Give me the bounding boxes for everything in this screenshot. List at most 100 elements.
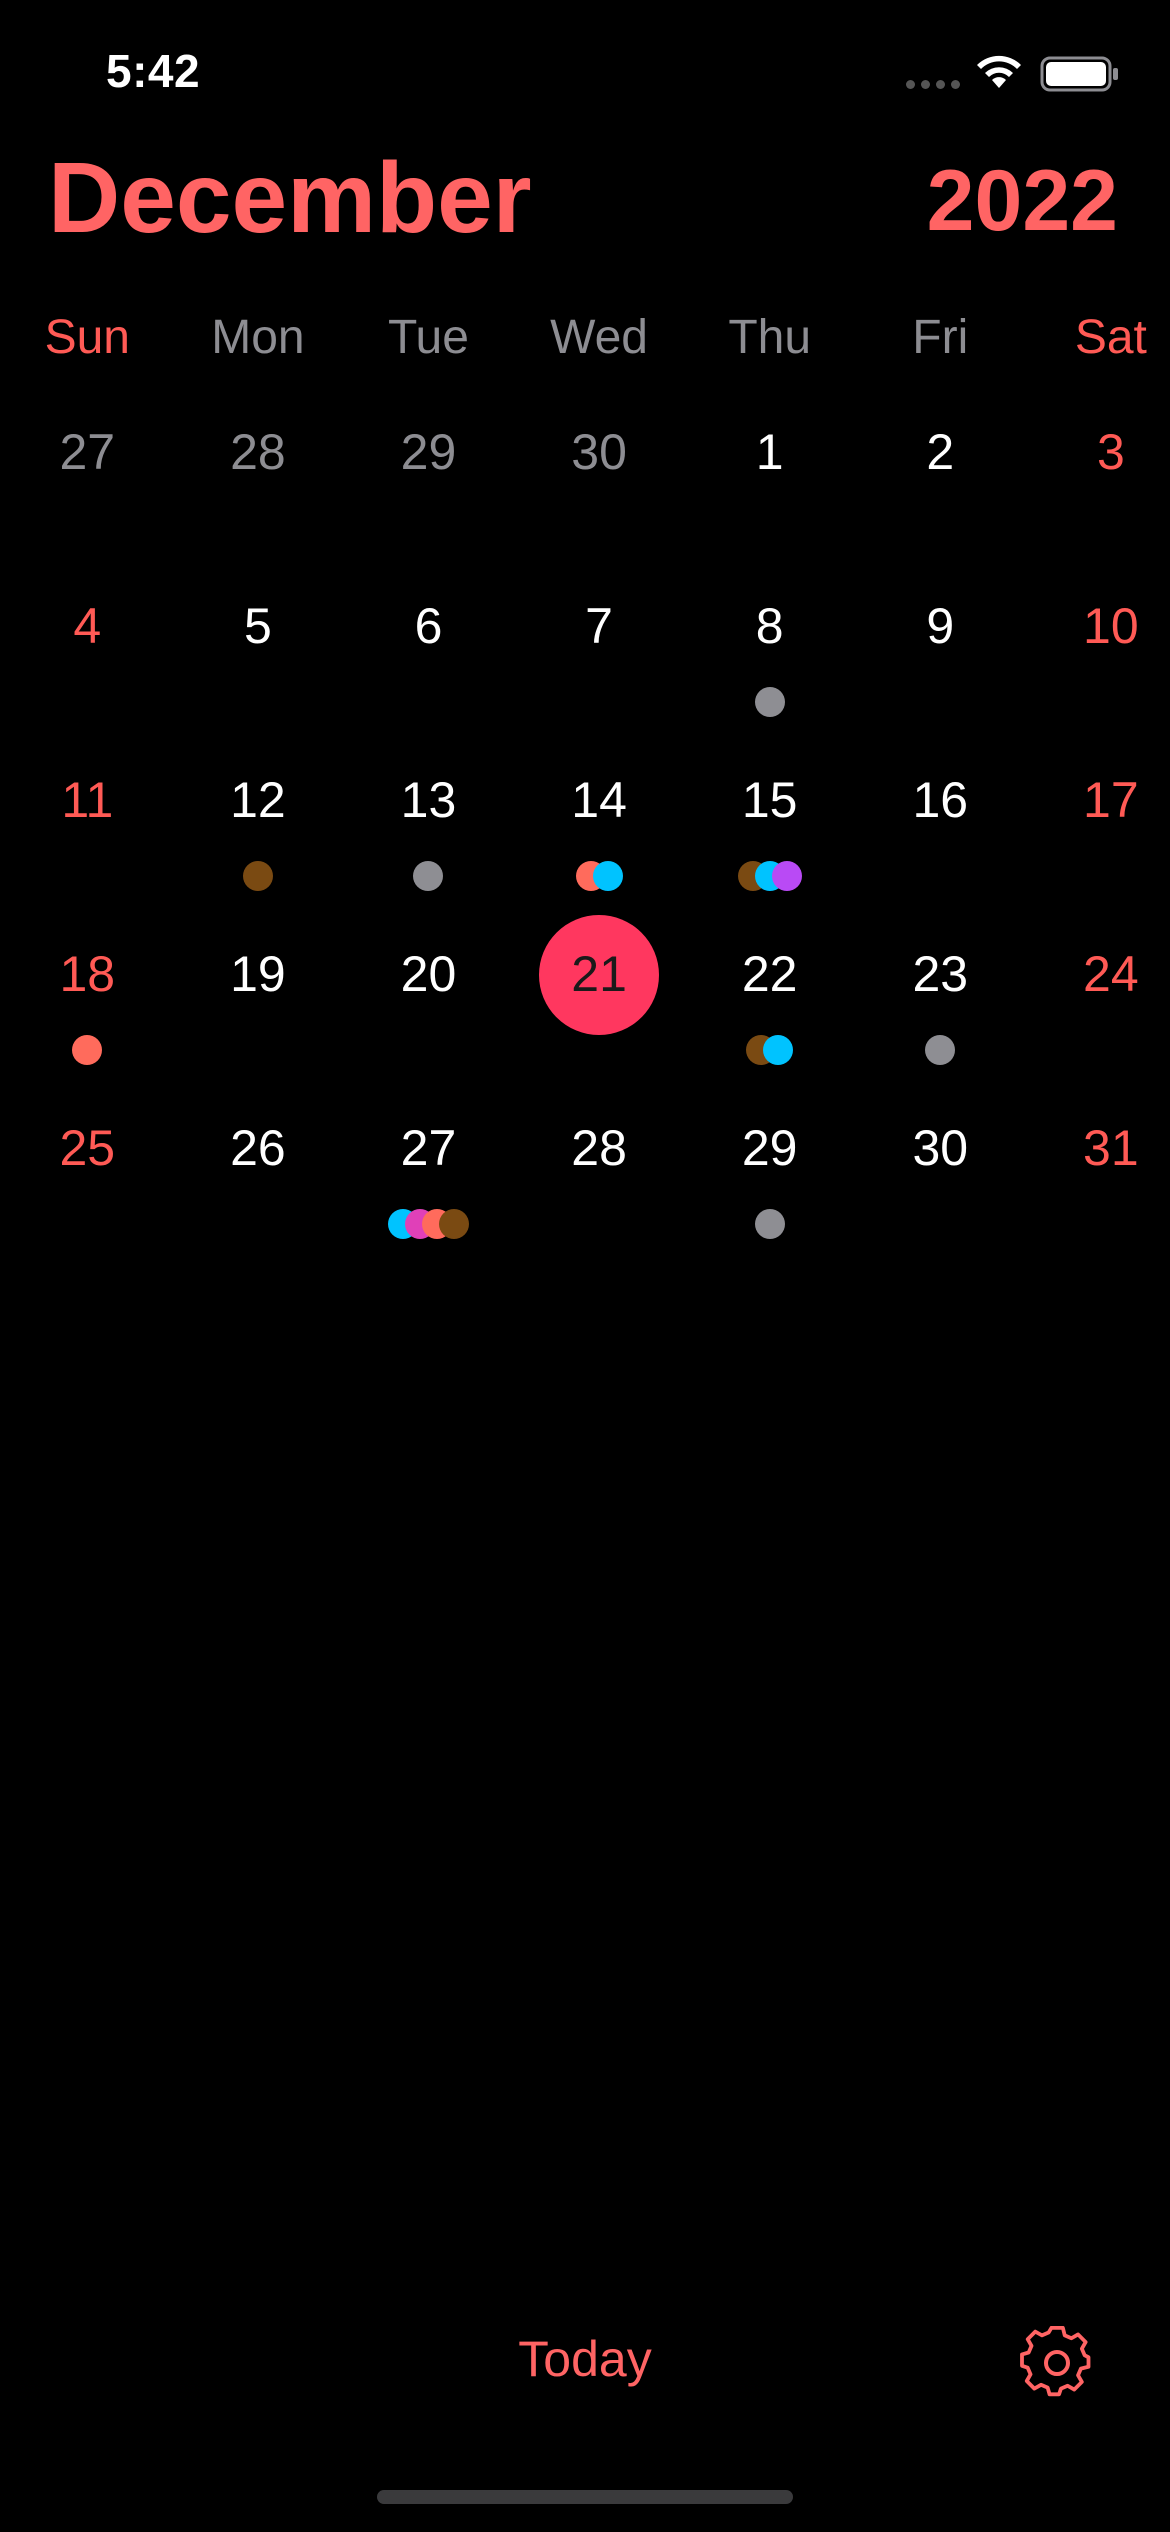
day-number: 4	[73, 598, 102, 654]
home-indicator[interactable]	[377, 2490, 793, 2504]
day-cell[interactable]: 23	[855, 922, 1026, 1096]
event-dots	[343, 861, 514, 891]
day-cell[interactable]: 5	[173, 574, 344, 748]
event-dots	[684, 1209, 855, 1239]
weekday-sun: Sun	[44, 311, 130, 364]
event-dot	[242, 861, 273, 891]
day-number: 7	[585, 598, 613, 654]
weekday-tue: Tue	[388, 311, 469, 364]
event-dots	[343, 1209, 514, 1239]
weekday-sat: Sat	[1074, 311, 1147, 364]
day-cell[interactable]: 20	[343, 922, 514, 1096]
day-cell[interactable]: 24	[1026, 922, 1170, 1096]
day-number: 10	[1083, 598, 1139, 654]
day-cell[interactable]: 8	[684, 574, 855, 748]
day-number: 27	[59, 424, 116, 480]
day-number: 22	[741, 946, 798, 1002]
event-dots	[684, 687, 855, 717]
day-cell[interactable]: 26	[173, 1096, 344, 1270]
day-cell[interactable]: 4	[2, 574, 173, 748]
day-number: 13	[400, 772, 457, 828]
day-number: 2	[926, 424, 955, 480]
day-cell[interactable]: 17	[1026, 748, 1170, 922]
event-dot	[413, 861, 444, 891]
day-cell[interactable]: 15	[684, 748, 855, 922]
status-bar: 5:42	[0, 0, 1170, 150]
day-cell[interactable]: 1	[684, 400, 855, 574]
day-number: 9	[926, 598, 955, 654]
day-cell[interactable]: 25	[2, 1096, 173, 1270]
day-number: 8	[755, 598, 784, 654]
day-cell[interactable]: 27	[2, 400, 173, 574]
day-number: 14	[571, 772, 627, 828]
day-number: 20	[400, 946, 457, 1002]
day-cell[interactable]: 29	[684, 1096, 855, 1270]
day-cell[interactable]: 28	[173, 400, 344, 574]
day-number: 29	[400, 424, 457, 480]
event-dot	[72, 1035, 103, 1065]
calendar-grid: 27 28 29 30 1 2 3 4 5 6 7 8 9 10 11 12 13 14 15 16 17 18 19 20 2…	[2, 400, 1168, 1270]
day-number: 30	[912, 1120, 969, 1176]
weekday-header-row: Sun Mon Tue Wed Thu Fri Sat	[2, 310, 1168, 365]
event-dots	[684, 861, 855, 891]
day-cell[interactable]: 2	[855, 400, 1026, 574]
day-number: 17	[1083, 772, 1139, 828]
day-cell[interactable]: 14	[514, 748, 685, 922]
day-cell[interactable]: 3	[1026, 400, 1170, 574]
day-cell[interactable]: 29	[343, 400, 514, 574]
day-cell[interactable]: 7	[514, 574, 685, 748]
day-cell[interactable]: 30	[514, 400, 685, 574]
day-cell[interactable]: 30	[855, 1096, 1026, 1270]
day-number: 28	[571, 1120, 627, 1176]
day-cell[interactable]: 16	[855, 748, 1026, 922]
day-cell[interactable]: 31	[1026, 1096, 1170, 1270]
day-number: 23	[912, 946, 969, 1002]
event-dots	[2, 1035, 173, 1065]
day-cell[interactable]: 6	[343, 574, 514, 748]
event-dot	[754, 687, 785, 717]
today-button[interactable]: Today	[0, 2330, 1170, 2388]
event-dot	[925, 1035, 956, 1065]
day-number: 27	[400, 1120, 457, 1176]
day-cell[interactable]: 12	[173, 748, 344, 922]
day-cell[interactable]: 22	[684, 922, 855, 1096]
day-cell[interactable]: 13	[343, 748, 514, 922]
day-number: 3	[1096, 424, 1125, 480]
event-dot	[771, 861, 802, 891]
day-cell[interactable]: 10	[1026, 574, 1170, 748]
weekday-thu: Thu	[728, 311, 812, 364]
gear-icon[interactable]	[1020, 2326, 1094, 2400]
day-number: 30	[571, 424, 627, 480]
status-time: 5:42	[106, 45, 201, 97]
day-number: 11	[61, 772, 114, 828]
wifi-icon	[977, 55, 1021, 88]
day-number: 31	[1083, 1120, 1139, 1176]
day-number: 21	[571, 946, 627, 1002]
day-number: 29	[741, 1120, 798, 1176]
event-dots	[855, 1035, 1026, 1065]
day-cell[interactable]: 19	[173, 922, 344, 1096]
event-dot	[592, 861, 623, 891]
weekday-fri: Fri	[912, 311, 969, 364]
day-number: 28	[230, 424, 286, 480]
day-number: 15	[741, 772, 798, 828]
day-number: 25	[59, 1120, 116, 1176]
day-cell[interactable]: 9	[855, 574, 1026, 748]
day-cell-today[interactable]: 21	[514, 915, 685, 1096]
day-number: 12	[230, 772, 286, 828]
weekday-mon: Mon	[211, 311, 305, 364]
day-number: 26	[230, 1120, 286, 1176]
month-title: December	[48, 142, 532, 254]
day-cell[interactable]: 11	[2, 748, 173, 922]
day-number: 6	[414, 598, 443, 654]
day-number: 24	[1083, 946, 1139, 1002]
day-number: 16	[912, 772, 969, 828]
day-cell[interactable]: 18	[2, 922, 173, 1096]
event-dots	[173, 861, 344, 891]
weekday-wed: Wed	[550, 311, 648, 364]
day-number: 18	[59, 946, 116, 1002]
event-dot	[754, 1209, 785, 1239]
event-dot	[438, 1209, 469, 1239]
day-cell[interactable]: 28	[514, 1096, 685, 1270]
day-cell[interactable]: 27	[343, 1096, 514, 1270]
